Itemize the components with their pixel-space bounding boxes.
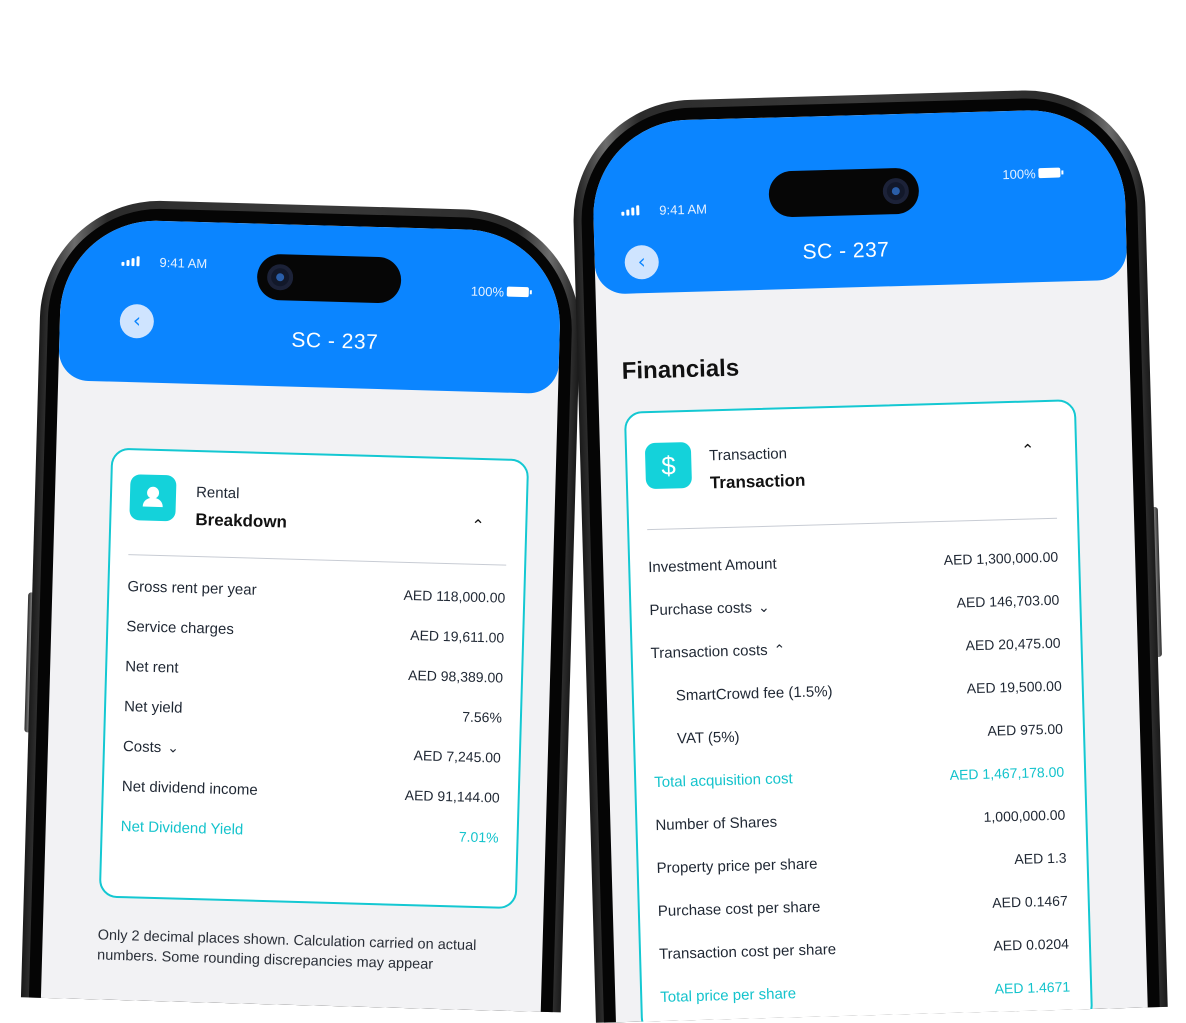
row-value: AED 0.1467 (992, 892, 1068, 911)
card-divider (647, 517, 1058, 531)
app-header: 9:41 AM 100% ‹ SC - 237 (590, 107, 1128, 295)
table-row: Net dividend income AED 91,144.00 (122, 778, 500, 806)
status-battery: 100% (470, 283, 505, 300)
table-row: Service charges AED 19,611.00 (126, 618, 504, 646)
app-header: 9:41 AM 100% ‹ SC - 237 (58, 218, 563, 395)
row-label: VAT (5%) (676, 728, 740, 748)
card-subtitle: Rental (195, 484, 240, 503)
row-label: Property price per share (656, 855, 818, 878)
status-time: 9:41 AM (659, 201, 708, 218)
table-row: Property price per share AED 1.3 (656, 849, 1066, 877)
row-label: SmartCrowd fee (1.5%) (675, 683, 833, 705)
chevron-up-icon[interactable]: ⌃ (773, 642, 785, 658)
table-row-sub: SmartCrowd fee (1.5%) AED 19,500.00 (675, 677, 1062, 705)
battery-icon (506, 286, 529, 298)
row-label: Costs (122, 738, 162, 757)
table-row: Gross rent per year AED 118,000.00 (127, 578, 505, 606)
user-icon (129, 474, 177, 522)
card-title: Breakdown (195, 509, 288, 532)
phone-screen: 9:41 AM 100% ‹ SC - 237 Rental Breakdown… (40, 218, 563, 1012)
row-label: Net Dividend Yield (120, 818, 244, 839)
table-row-total: Net Dividend Yield 7.01% (121, 818, 499, 846)
chevron-up-icon[interactable]: ⌃ (471, 516, 485, 535)
dynamic-island (256, 253, 402, 304)
table-row: Investment Amount AED 1,300,000.00 (648, 548, 1058, 576)
row-value: AED 98,389.00 (407, 666, 504, 686)
signal-icon (121, 256, 140, 267)
dollar-icon: $ (644, 441, 693, 490)
rental-breakdown-card: Rental Breakdown ⌃ Gross rent per year A… (98, 447, 530, 910)
row-value: AED 1,300,000.00 (943, 548, 1059, 568)
battery-icon (1038, 167, 1061, 179)
signal-icon (621, 205, 640, 216)
row-label: Gross rent per year (127, 578, 257, 599)
chevron-down-icon[interactable]: ⌄ (167, 740, 179, 756)
section-title: Financials (621, 354, 740, 385)
table-row: Number of Shares 1,000,000.00 (655, 806, 1065, 834)
rounding-note: Only 2 decimal places shown. Calculation… (96, 927, 477, 973)
row-value: AED 1,467,178.00 (949, 763, 1065, 783)
row-value: AED 19,500.00 (966, 677, 1062, 696)
table-row: Net rent AED 98,389.00 (125, 658, 503, 686)
table-row: Purchase cost per share AED 0.1467 (658, 892, 1068, 920)
transaction-card: $ Transaction Transaction ⌃ Investment A… (623, 399, 1094, 1023)
row-label: Service charges (126, 618, 235, 639)
row-label: Net yield (123, 698, 183, 717)
card-subtitle: Transaction (708, 445, 788, 465)
right-phone: 9:41 AM 100% ‹ SC - 237 Financials $ Tra… (570, 87, 1168, 1023)
row-label: Purchase costs (649, 599, 753, 620)
row-value: AED 146,703.00 (956, 591, 1060, 611)
row-label: Net rent (124, 658, 179, 677)
camera-icon (266, 263, 294, 291)
header-title: SC - 237 (802, 238, 890, 264)
row-value: AED 1.4671 (994, 978, 1071, 997)
row-label: Purchase cost per share (657, 898, 821, 921)
row-value: AED 118,000.00 (403, 586, 506, 606)
chevron-up-icon[interactable]: ⌃ (1021, 440, 1035, 459)
table-row-purchase-costs[interactable]: Purchase costs ⌄ AED 146,703.00 (649, 591, 1059, 619)
chevron-down-icon[interactable]: ⌄ (758, 600, 770, 616)
row-value: AED 7,245.00 (413, 746, 502, 766)
camera-icon (882, 177, 910, 205)
row-label: Number of Shares (655, 813, 778, 835)
row-value: 1,000,000.00 (983, 806, 1066, 825)
card-divider (128, 554, 507, 566)
chevron-left-icon[interactable]: ‹ (624, 244, 660, 280)
table-row-transaction-costs[interactable]: Transaction costs ⌃ AED 20,475.00 (650, 634, 1060, 662)
chevron-left-icon[interactable]: ‹ (119, 303, 155, 339)
row-value: AED 975.00 (987, 720, 1064, 739)
status-time: 9:41 AM (159, 254, 208, 272)
table-row: Transaction cost per share AED 0.0204 (659, 935, 1069, 963)
dynamic-island (768, 167, 920, 218)
table-row-costs[interactable]: Costs ⌄ AED 7,245.00 (123, 738, 501, 766)
row-label: Transaction cost per share (658, 941, 837, 964)
row-label: Net dividend income (121, 778, 258, 799)
row-label: Total price per share (660, 985, 797, 1006)
table-row-sub: VAT (5%) AED 975.00 (676, 720, 1064, 748)
table-row-total: Total price per share AED 1.4671 (660, 978, 1070, 1006)
left-phone: 9:41 AM 100% ‹ SC - 237 Rental Breakdown… (20, 197, 584, 1013)
row-label: Transaction costs (650, 641, 768, 663)
row-value: AED 19,611.00 (410, 626, 505, 646)
row-label: Investment Amount (648, 555, 777, 577)
row-value: AED 1.3 (1014, 849, 1067, 867)
header-title: SC - 237 (291, 328, 379, 355)
row-value: AED 20,475.00 (965, 634, 1061, 653)
table-row-total: Total acquisition cost AED 1,467,178.00 (654, 763, 1064, 791)
row-value: 7.01% (458, 827, 499, 846)
status-battery: 100% (1002, 166, 1036, 183)
card-title: Transaction (709, 470, 806, 493)
table-row: Net yield 7.56% (124, 698, 502, 726)
row-value: AED 0.0204 (993, 935, 1070, 954)
row-value: 7.56% (462, 708, 503, 726)
row-label: Total acquisition cost (654, 770, 793, 792)
row-value: AED 91,144.00 (404, 786, 500, 806)
phone-screen: 9:41 AM 100% ‹ SC - 237 Financials $ Tra… (590, 107, 1148, 1023)
